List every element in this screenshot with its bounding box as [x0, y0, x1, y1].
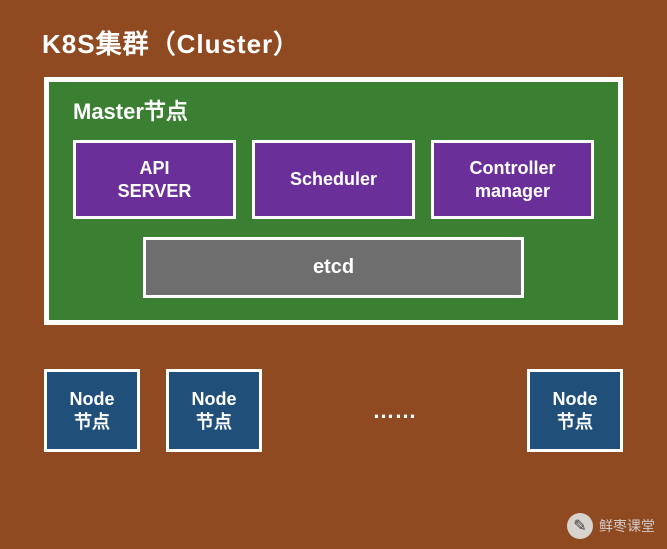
diagram-container: K8S集群（Cluster） Master节点 API SERVER Sched…: [0, 0, 667, 452]
node-box-1: Node 节点: [44, 369, 140, 452]
watermark: ✎ 鲜枣课堂: [567, 513, 655, 539]
nodes-ellipsis: ……: [288, 398, 501, 424]
etcd-box: etcd: [143, 237, 524, 298]
api-server-box: API SERVER: [73, 140, 236, 219]
node-box-2: Node 节点: [166, 369, 262, 452]
node-label: Node 节点: [70, 389, 115, 432]
etcd-label: etcd: [313, 256, 354, 278]
node-label: Node 节点: [192, 389, 237, 432]
scheduler-box: Scheduler: [252, 140, 415, 219]
node-box-n: Node 节点: [527, 369, 623, 452]
master-components-row: API SERVER Scheduler Controller manager: [73, 140, 594, 219]
controller-manager-box: Controller manager: [431, 140, 594, 219]
master-title: Master节点: [73, 94, 594, 126]
watermark-text: 鲜枣课堂: [599, 516, 655, 536]
scheduler-label: Scheduler: [290, 168, 377, 191]
node-label: Node 节点: [553, 389, 598, 432]
controller-manager-label: Controller manager: [469, 157, 555, 202]
master-node-box: Master节点 API SERVER Scheduler Controller…: [44, 77, 623, 325]
api-server-label: API SERVER: [118, 157, 192, 202]
watermark-icon: ✎: [567, 513, 593, 539]
worker-nodes-row: Node 节点 Node 节点 …… Node 节点: [44, 369, 623, 452]
cluster-title: K8S集群（Cluster）: [30, 24, 637, 61]
